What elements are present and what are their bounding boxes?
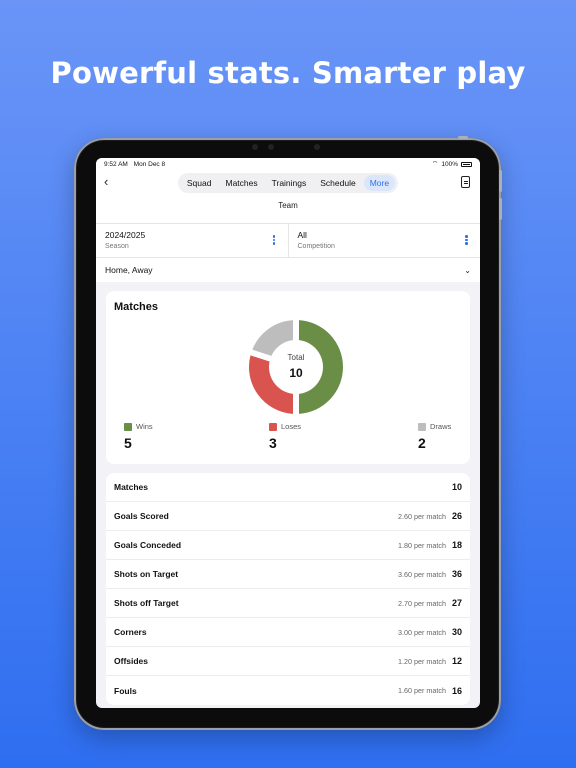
nav-bar: ‹ Squad Matches Trainings Schedule More: [96, 170, 480, 195]
stat-row: Goals Conceded 1.80 per match 18: [106, 531, 470, 560]
legend-draws: Draws 2: [418, 422, 451, 451]
sensor-icon: [268, 144, 274, 150]
camera-icon: [314, 144, 320, 150]
donut-segment-draws: [252, 320, 294, 356]
loses-label: Loses: [281, 422, 302, 431]
status-date: Mon Dec 8: [133, 160, 166, 168]
wins-label: Wins: [136, 422, 153, 431]
donut-total-label: Total: [287, 353, 305, 362]
more-vertical-icon[interactable]: [272, 235, 276, 246]
app-screen: 9:52 AM Mon Dec 8 ⌔ 100% ‹ Squad Matches…: [96, 158, 480, 708]
battery-icon: [461, 161, 472, 167]
sensor-icon: [252, 144, 258, 150]
volume-down-button: [499, 198, 502, 220]
more-vertical-icon[interactable]: [465, 235, 468, 246]
legend-wins: Wins 5: [124, 422, 153, 451]
season-label: Season: [105, 243, 129, 250]
filter-row: 2024/2025 Season All Competition: [96, 224, 480, 258]
section-tabs: Squad Matches Trainings Schedule More: [177, 172, 399, 193]
donut-total-value: 10: [289, 366, 303, 380]
top-button: [458, 136, 468, 139]
donut-segment-loses: [249, 355, 294, 414]
wins-count: 5: [124, 435, 132, 451]
competition-value: All: [297, 230, 307, 240]
competition-filter[interactable]: All Competition: [287, 224, 481, 257]
status-bar: 9:52 AM Mon Dec 8 ⌔ 100%: [96, 158, 480, 170]
stats-list: Matches 10 Goals Scored 2.60 per match 2…: [106, 473, 470, 705]
venue-filter[interactable]: Home, Away ⌄: [96, 258, 480, 282]
tab-schedule[interactable]: Schedule: [314, 175, 361, 191]
stat-row: Fouls 1.60 per match 16: [114, 685, 462, 696]
legend-loses: Loses 3: [269, 422, 301, 451]
stat-row: Corners 3.00 per match 30: [106, 618, 470, 647]
loses-swatch: [269, 422, 277, 431]
headline: Powerful stats. Smarter play: [50, 56, 526, 90]
venue-value: Home, Away: [105, 265, 153, 275]
tab-matches[interactable]: Matches: [219, 175, 263, 191]
matches-summary-card: Matches Total 10 Wins 5 Loses 3 Draws 2: [106, 291, 470, 464]
competition-label: Competition: [297, 243, 335, 250]
wins-swatch: [124, 422, 132, 431]
document-icon[interactable]: [461, 176, 470, 188]
card-title: Matches: [114, 301, 159, 313]
stat-row: Shots off Target 2.70 per match 27: [106, 589, 470, 618]
tab-more[interactable]: More: [363, 174, 396, 191]
battery-percent: 100%: [441, 160, 458, 168]
stat-row: Goals Scored 2.60 per match 26: [106, 502, 470, 531]
status-time: 9:52 AM: [104, 160, 128, 168]
draws-label: Draws: [430, 422, 452, 431]
stat-row: Matches 10: [106, 473, 470, 502]
chevron-down-icon: ⌄: [464, 265, 471, 275]
volume-up-button: [499, 170, 502, 192]
draws-count: 2: [418, 435, 426, 451]
tab-squad[interactable]: Squad: [181, 175, 218, 191]
tab-trainings[interactable]: Trainings: [266, 175, 313, 191]
stat-row: Shots on Target 3.60 per match 36: [106, 560, 470, 589]
stat-row: Offsides 1.20 per match 12: [106, 647, 470, 676]
wifi-icon: ⌔: [431, 160, 439, 168]
loses-count: 3: [269, 435, 277, 451]
season-filter[interactable]: 2024/2025 Season: [96, 224, 288, 257]
draws-swatch: [418, 422, 426, 431]
season-value: 2024/2025: [105, 230, 146, 240]
chevron-left-icon[interactable]: ‹: [104, 175, 108, 189]
page-title: Team: [96, 195, 480, 224]
